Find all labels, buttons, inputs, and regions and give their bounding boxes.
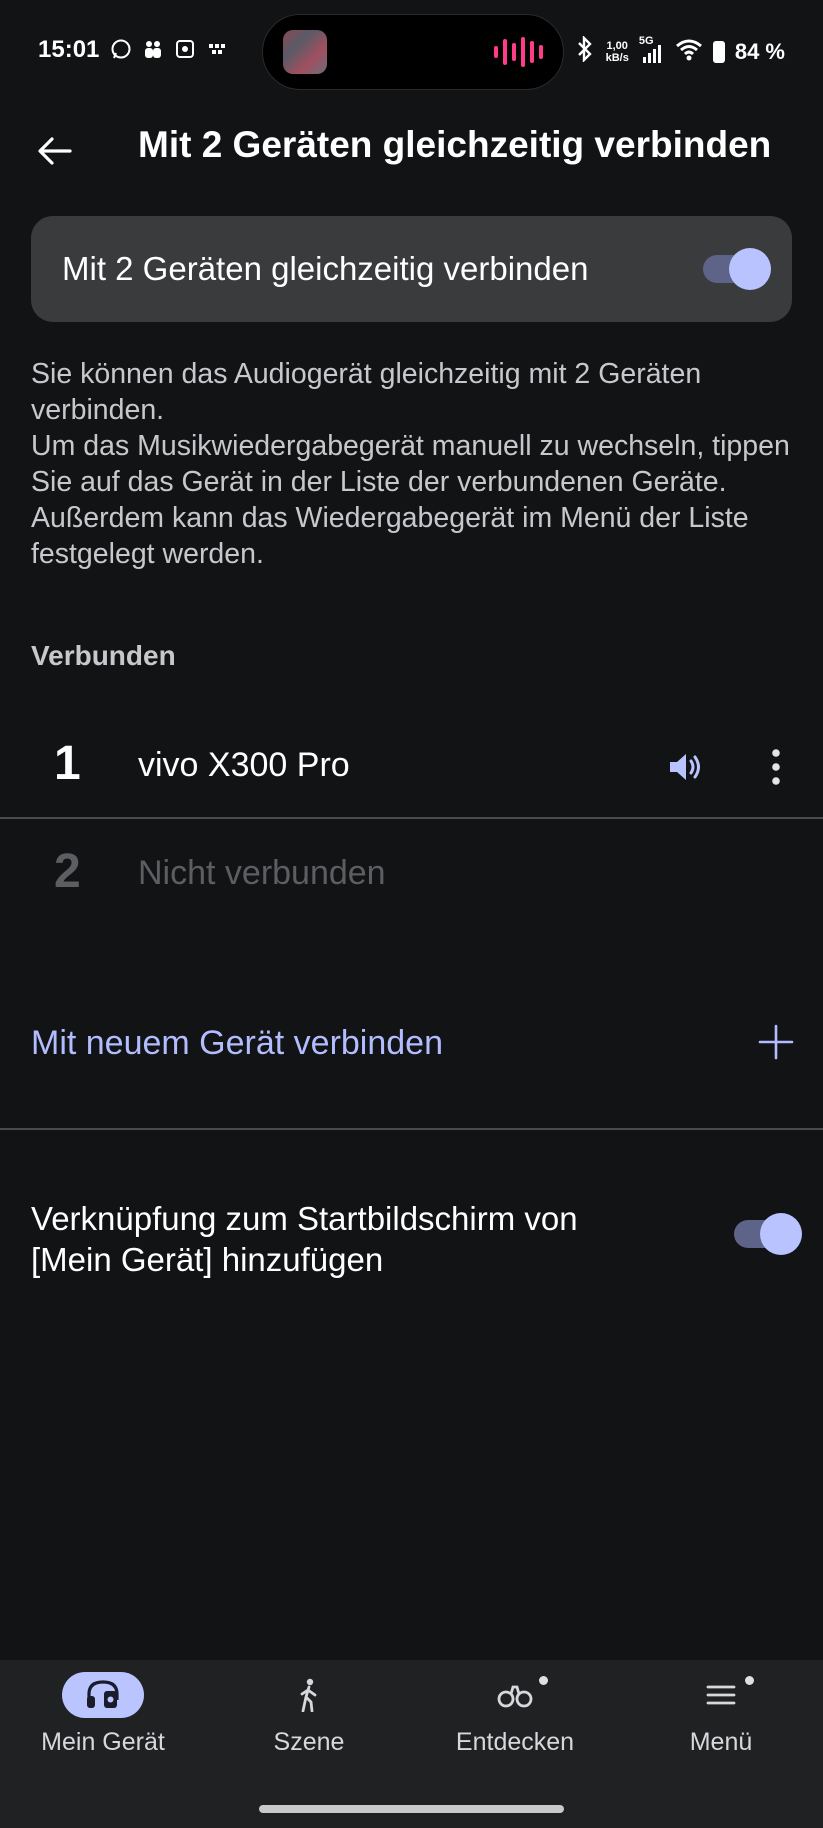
battery-icon — [712, 41, 725, 63]
people-icon — [142, 38, 164, 60]
description-line-2: Um das Musikwiedergabegerät manuell zu w… — [31, 430, 790, 570]
walking-person-icon — [268, 1672, 350, 1718]
notification-icons — [110, 38, 228, 60]
description-line-1: Sie können das Audiogerät gleichzeitig m… — [31, 358, 702, 426]
nav-label: Entdecken — [455, 1728, 575, 1756]
notification-dot — [539, 1676, 548, 1685]
description-text: Sie können das Audiogerät gleichzeitig m… — [31, 356, 791, 572]
home-shortcut-switch[interactable] — [734, 1213, 802, 1255]
home-shortcut-setting[interactable]: Verknüpfung zum Startbildschirm von [Mei… — [0, 1180, 823, 1300]
whatsapp-icon — [110, 38, 132, 60]
network-type: 5G — [638, 35, 654, 47]
hamburger-menu-icon — [680, 1672, 762, 1718]
device-name: Nicht verbunden — [138, 854, 386, 892]
album-art-thumbnail — [283, 30, 327, 74]
switch-knob — [729, 248, 771, 290]
nav-item-menue[interactable]: Menü — [618, 1672, 823, 1782]
home-shortcut-label: Verknüpfung zum Startbildschirm von [Mei… — [31, 1200, 578, 1278]
device-row-2[interactable]: 2 Nicht verbunden — [0, 822, 823, 928]
headphones-icon — [62, 1672, 144, 1718]
dynamic-island[interactable] — [262, 14, 564, 90]
binoculars-icon — [474, 1672, 556, 1718]
dual-connection-switch[interactable] — [703, 248, 771, 290]
gesture-navigation-bar[interactable] — [259, 1805, 564, 1813]
app-bar: Mit 2 Geräten gleichzeitig verbinden — [0, 104, 823, 200]
bluetooth-icon — [574, 35, 596, 68]
divider — [0, 1128, 823, 1130]
back-arrow-icon[interactable] — [32, 128, 78, 174]
dual-connection-toggle-card[interactable]: Mit 2 Geräten gleichzeitig verbinden — [31, 216, 792, 322]
connect-new-device-button[interactable]: Mit neuem Gerät verbinden — [0, 1000, 823, 1090]
page-title: Mit 2 Geräten gleichzeitig verbinden — [138, 124, 772, 165]
nav-item-entdecken[interactable]: Entdecken — [412, 1672, 618, 1782]
device-number: 1 — [54, 737, 81, 790]
wifi-icon — [675, 37, 703, 67]
pixel-icon — [206, 38, 228, 60]
bottom-navigation: Mein Gerät Szene Entdecken Menü — [0, 1660, 823, 1828]
device-name: vivo X300 Pro — [138, 746, 350, 784]
device-number: 2 — [54, 845, 81, 898]
nav-item-szene[interactable]: Szene — [206, 1672, 412, 1782]
status-time: 15:01 — [38, 36, 100, 63]
switch-knob — [760, 1213, 802, 1255]
nav-label: Menü — [689, 1728, 753, 1756]
device-row-1[interactable]: 1 vivo X300 Pro — [0, 714, 823, 820]
dual-connection-label: Mit 2 Geräten gleichzeitig verbinden — [62, 250, 589, 287]
connect-new-device-label: Mit neuem Gerät verbinden — [31, 1024, 443, 1062]
more-options-icon[interactable] — [758, 744, 794, 790]
network-speed-value: 1,00 — [606, 40, 628, 52]
audio-waveform-icon — [494, 37, 543, 67]
divider — [0, 817, 823, 819]
speaker-icon[interactable] — [664, 746, 706, 788]
connected-section-heading: Verbunden — [31, 640, 176, 671]
network-speed-unit: kB/s — [605, 52, 629, 64]
network-speed: 1,00 kB/s — [606, 40, 629, 64]
nav-item-mein-geraet[interactable]: Mein Gerät — [0, 1672, 206, 1782]
cellular-signal-icon: 5G — [639, 35, 665, 65]
nav-label: Szene — [273, 1728, 345, 1756]
status-bar: 15:01 1,00 kB/s 5G 84 % — [0, 0, 823, 104]
notification-dot — [745, 1676, 754, 1685]
plus-icon[interactable] — [754, 1020, 798, 1064]
battery-level: 84 % — [734, 39, 785, 64]
system-status-icons: 1,00 kB/s 5G 84 % — [574, 35, 785, 68]
nav-label: Mein Gerät — [41, 1728, 165, 1756]
app-notification-icon — [174, 38, 196, 60]
